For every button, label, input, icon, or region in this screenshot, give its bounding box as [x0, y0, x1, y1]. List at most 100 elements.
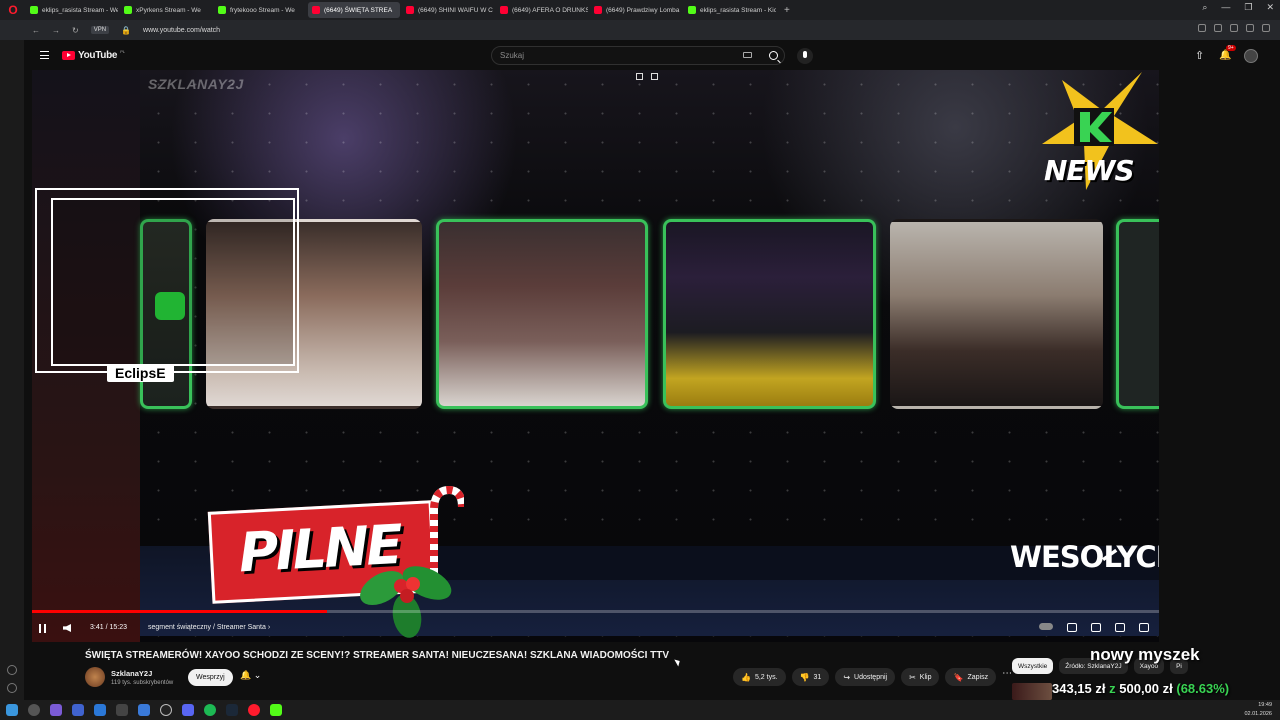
fullscreen-icon[interactable]: [1139, 623, 1149, 632]
discord-icon[interactable]: [182, 704, 194, 716]
thumbs-up-icon: 👍: [741, 672, 751, 682]
video-actions: 👍 5,2 tys. 👎 31 ↪ Udostępnij ✂ Klip 🔖 Zapisz …: [733, 668, 1012, 686]
goal-target: 500,00 zł: [1119, 681, 1173, 696]
hamburger-menu-icon[interactable]: [40, 51, 49, 59]
start-icon[interactable]: [6, 704, 18, 716]
tab-favicon-icon: [312, 6, 320, 14]
clip-button[interactable]: ✂ Klip: [901, 668, 940, 686]
miniplayer-icon[interactable]: [1115, 623, 1125, 632]
app-icon[interactable]: [94, 704, 106, 716]
forward-icon[interactable]: →: [52, 26, 60, 35]
youtube-logo[interactable]: YouTube PL: [62, 49, 126, 61]
browser-tab[interactable]: frytekooo Stream - We: [214, 2, 306, 18]
history-icon[interactable]: [7, 665, 17, 675]
notifications-bell-icon[interactable]: 🔔 9+: [1219, 45, 1236, 62]
download-icon[interactable]: [1246, 24, 1254, 32]
kick-icon[interactable]: [270, 704, 282, 716]
bookmark-icon: 🔖: [953, 672, 964, 682]
chapter-title[interactable]: segment świąteczny / Streamer Santa ›: [148, 624, 270, 631]
search-icon[interactable]: [769, 51, 778, 60]
video-player[interactable]: SZKLANAY2J NEWS EclipsE +5 › WESOŁYCI PI…: [32, 70, 1159, 642]
clip-label: Klip: [919, 673, 932, 681]
new-tab-icon[interactable]: +: [784, 5, 790, 16]
camera-icon[interactable]: [1198, 24, 1206, 32]
steam-icon[interactable]: [226, 704, 238, 716]
support-button[interactable]: Wesprzyj: [188, 669, 233, 686]
maximize-icon[interactable]: ❐: [1244, 2, 1252, 13]
streamer-cam-inner: [51, 198, 295, 366]
app-icon[interactable]: [138, 704, 150, 716]
goal-percent: (68.63%): [1176, 681, 1230, 696]
more-actions-icon[interactable]: ⋯: [1002, 668, 1012, 686]
reload-icon[interactable]: ↻: [72, 26, 79, 35]
news-logo-text: NEWS: [1044, 154, 1135, 187]
browser-tab[interactable]: (6649) SHINI WAIFU W C: [402, 2, 494, 18]
extension-icon[interactable]: [1214, 24, 1222, 32]
pip-icon[interactable]: [636, 73, 643, 80]
tab-label: xPyrkens Stream - We: [136, 6, 201, 14]
vpn-badge[interactable]: VPN: [90, 26, 110, 34]
url-field[interactable]: www.youtube.com/watch: [143, 27, 220, 34]
browser-tab[interactable]: (6649) Prawdziwy Lomba: [590, 2, 682, 18]
epic-games-icon[interactable]: [116, 704, 128, 716]
subtitles-icon[interactable]: [1067, 623, 1077, 632]
webcam-tile: [1116, 219, 1159, 409]
minimize-icon[interactable]: —: [1221, 2, 1230, 13]
more-sidebar-icon[interactable]: [7, 683, 17, 693]
account-avatar[interactable]: [1244, 49, 1258, 63]
opera-icon[interactable]: [248, 704, 260, 716]
menu-icon[interactable]: [1262, 24, 1270, 32]
like-count: 5,2 tys.: [754, 673, 778, 681]
like-button[interactable]: 👍 5,2 tys.: [733, 668, 786, 686]
browser-tab[interactable]: (6649) ŚWIĘTA STREA: [308, 2, 400, 18]
back-icon[interactable]: ←: [32, 26, 40, 35]
time-display: 3:41 / 15:23: [90, 624, 127, 631]
search-tabs-icon[interactable]: ⌕: [1202, 2, 1207, 13]
share-button[interactable]: ↪ Udostępnij: [835, 668, 896, 686]
app-icon[interactable]: [72, 704, 84, 716]
spotify-icon[interactable]: [204, 704, 216, 716]
autoplay-toggle[interactable]: [1039, 623, 1053, 630]
settings-gear-icon[interactable]: [1091, 623, 1101, 632]
channel-avatar[interactable]: [85, 667, 105, 687]
pause-icon[interactable]: [39, 624, 46, 633]
webcam-tile: [436, 219, 648, 409]
goal-current: 343,15 zł: [1052, 681, 1106, 696]
progress-bar[interactable]: [32, 610, 1159, 613]
mute-overlay-icon[interactable]: [651, 73, 658, 80]
channel-name[interactable]: SzklanaY2J: [111, 669, 152, 678]
clock-date: 02.01.2026: [1244, 711, 1272, 717]
region-code: PL: [120, 49, 126, 54]
youtube-logo-text: YouTube: [78, 50, 118, 61]
browser-tab[interactable]: eklips_rasista Stream - Kic: [684, 2, 776, 18]
filter-chip[interactable]: Wszystkie: [1012, 658, 1054, 674]
save-label: Zapisz: [967, 673, 989, 681]
volume-icon[interactable]: [63, 624, 71, 632]
tab-favicon-icon: [594, 6, 602, 14]
streamer-cam-frame: EclipsE: [35, 188, 299, 382]
browser-tab[interactable]: eklips_rasista Stream - We: [26, 2, 118, 18]
lock-icon[interactable]: 🔒: [121, 26, 131, 35]
dislike-button[interactable]: 👎 31: [791, 668, 830, 686]
microphone-icon[interactable]: [797, 48, 813, 64]
search-taskbar-icon[interactable]: [28, 704, 40, 716]
search-input[interactable]: Szukaj: [491, 46, 785, 65]
app-icon[interactable]: [50, 704, 62, 716]
upload-icon[interactable]: ⇧: [1195, 50, 1205, 62]
clock-time: 19:49: [1258, 702, 1272, 708]
keyboard-icon[interactable]: [743, 52, 752, 58]
system-tray-clock[interactable]: 19:49 02.01.2026: [1244, 701, 1272, 719]
opera-logo-icon[interactable]: O: [0, 0, 26, 20]
player-controls-right: [1039, 623, 1149, 632]
shield-icon[interactable]: [1230, 24, 1238, 32]
browser-tab[interactable]: xPyrkens Stream - We: [120, 2, 212, 18]
save-button[interactable]: 🔖 Zapisz: [945, 668, 997, 686]
mouse-cursor-icon: [674, 657, 682, 667]
subscription-bell-icon[interactable]: 🔔 ⌄: [240, 670, 261, 681]
browser-tab[interactable]: (6649) AFERA O DRUNKS: [496, 2, 588, 18]
chapter-chevron-icon: ›: [267, 624, 271, 631]
app-icon[interactable]: [160, 704, 172, 716]
stream-watermark: SZKLANAY2J: [148, 76, 244, 92]
youtube-play-icon: [62, 51, 75, 60]
close-window-icon[interactable]: ✕: [1266, 2, 1274, 13]
